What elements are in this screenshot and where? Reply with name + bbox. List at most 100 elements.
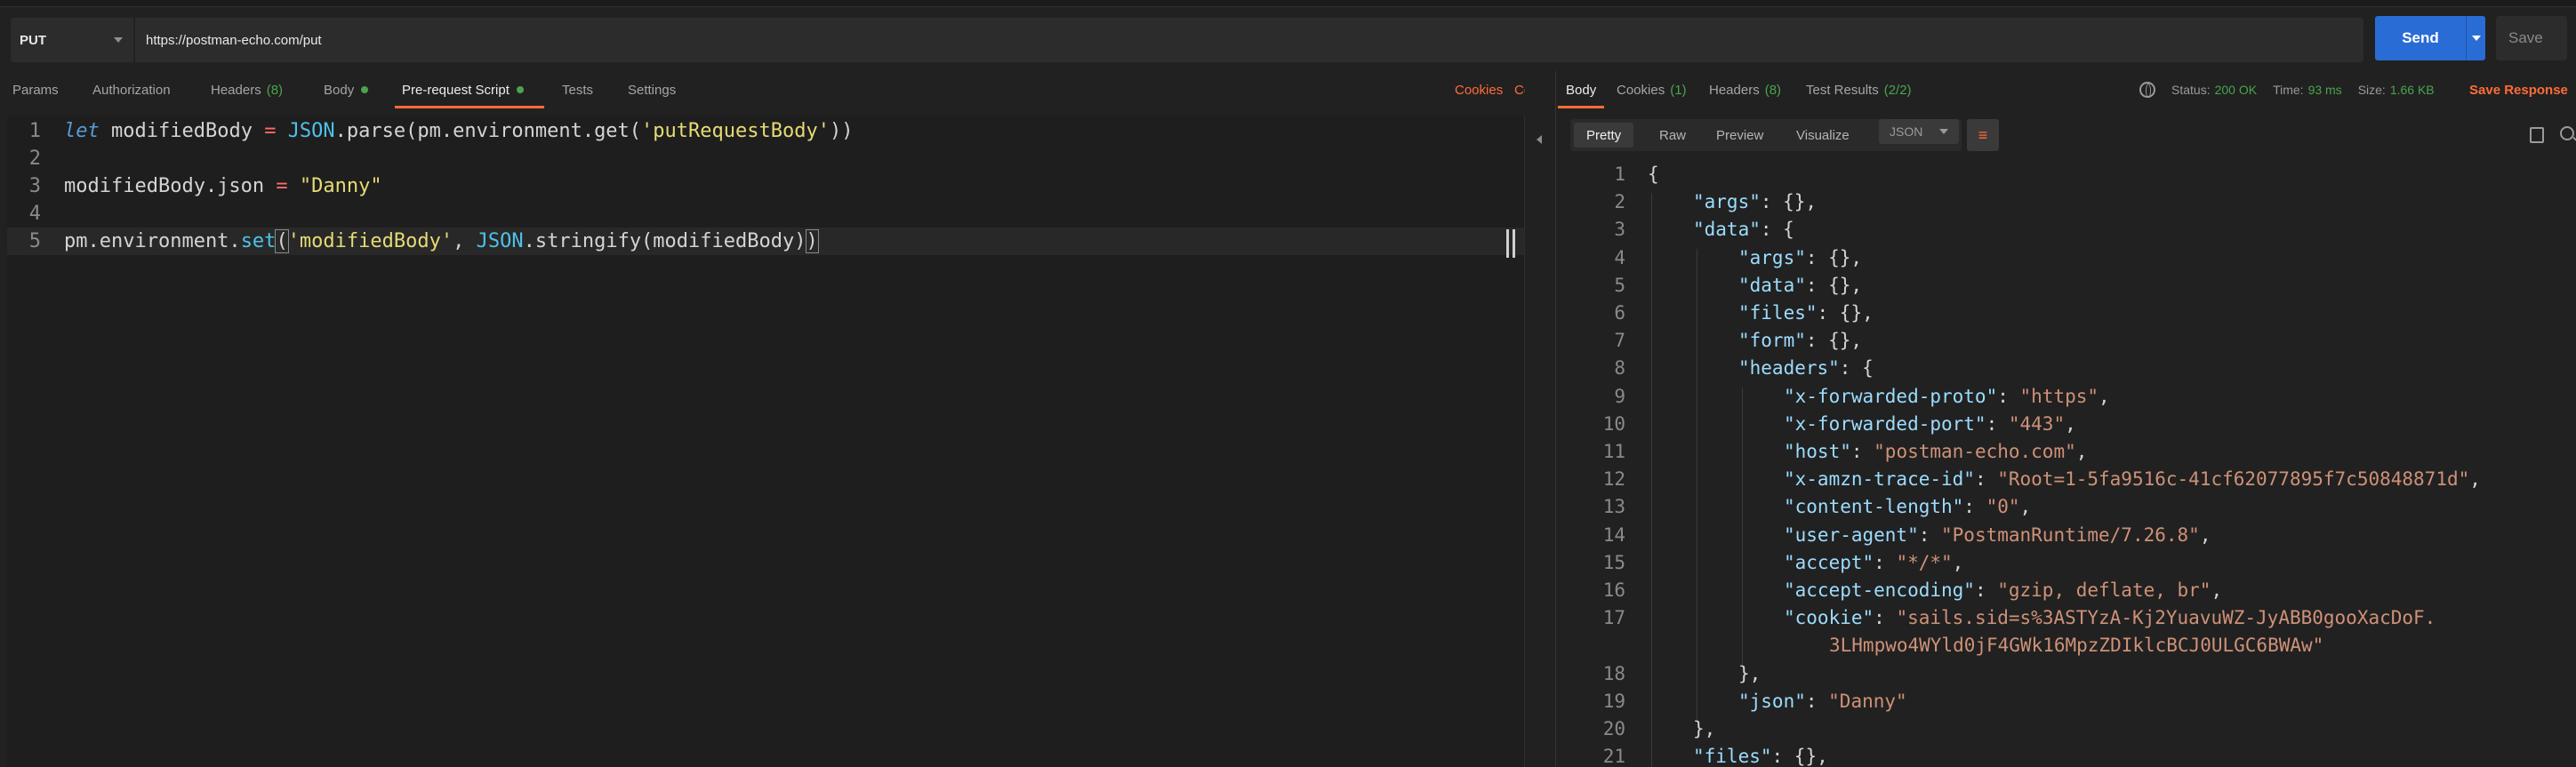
json-key: "json" bbox=[1738, 690, 1806, 712]
json-string: "443" bbox=[2008, 412, 2066, 435]
send-options-button[interactable] bbox=[2466, 16, 2485, 60]
app-top-strip bbox=[0, 0, 2576, 7]
save-response-button[interactable]: Save Response bbox=[2469, 71, 2568, 108]
view-visualize-button[interactable]: Visualize bbox=[1784, 123, 1862, 148]
response-line: 17 "cookie": "sails.sid=s%3ASTYzA-Kj2Yuav… bbox=[1558, 607, 2576, 635]
response-line: 14 "user-agent": "PostmanRuntime/7.26.8", bbox=[1558, 524, 2576, 552]
response-line: 13 "content-length": "0", bbox=[1558, 496, 2576, 523]
line-number: 4 bbox=[1614, 246, 1625, 268]
time-label: Time: bbox=[2273, 83, 2304, 97]
code-text: "args": {}, bbox=[1693, 191, 1817, 212]
line-number: 11 bbox=[1602, 441, 1625, 462]
line-number: 5 bbox=[28, 230, 41, 252]
method-select[interactable]: PUT bbox=[11, 18, 133, 62]
tab-body[interactable]: Body bbox=[324, 71, 369, 108]
json-key: "accept-encoding" bbox=[1784, 579, 1975, 601]
json-punctuation: : {}, bbox=[1771, 746, 1828, 767]
time-value[interactable]: 93 ms bbox=[2308, 83, 2342, 97]
view-preview-button[interactable]: Preview bbox=[1704, 123, 1776, 148]
code-token: , bbox=[453, 230, 477, 252]
tab-headers[interactable]: Headers (8) bbox=[211, 71, 283, 108]
tab-pre-request-script[interactable]: Pre-request Script bbox=[402, 71, 524, 108]
view-pretty-button[interactable]: Pretty bbox=[1574, 123, 1634, 148]
json-punctuation: : {}, bbox=[1760, 191, 1818, 213]
code-text: "files": {}, bbox=[1693, 746, 1828, 767]
globe-icon[interactable] bbox=[2139, 82, 2155, 98]
line-number: 14 bbox=[1602, 523, 1625, 546]
response-line: 3LHmpwo4WYld0jF4GWk16MpzZDIklcBCJ0ULGC6B… bbox=[1558, 635, 2576, 662]
code-text: let modifiedBody = JSON.parse(pm.environ… bbox=[64, 120, 853, 142]
json-string: "postman-echo.com" bbox=[1874, 441, 2076, 462]
search-icon[interactable] bbox=[2560, 126, 2574, 140]
cookies-link[interactable]: Cookies bbox=[1455, 71, 1503, 108]
tab-label: Authorization bbox=[92, 82, 171, 98]
size-value[interactable]: 1.66 KB bbox=[2390, 83, 2435, 97]
json-punctuation: , bbox=[2019, 496, 2032, 518]
view-raw-button[interactable]: Raw bbox=[1647, 123, 1698, 148]
script-editor[interactable]: 1 let modifiedBody = JSON.parse(pm.envir… bbox=[7, 116, 1524, 767]
response-line: 2 "args": {}, bbox=[1558, 191, 2576, 219]
tab-count: (1) bbox=[1670, 82, 1687, 98]
status-value[interactable]: 200 OK bbox=[2215, 83, 2257, 97]
code-text: "content-length": "0", bbox=[1784, 496, 2031, 517]
json-punctuation: : bbox=[1974, 579, 1998, 601]
response-toolbar: Pretty Raw Preview Visualize JSON ≡ bbox=[1558, 116, 2576, 155]
tab-tests[interactable]: Tests bbox=[562, 71, 593, 108]
line-number: 2 bbox=[28, 148, 41, 170]
line-number: 20 bbox=[1602, 718, 1625, 739]
json-punctuation: : bbox=[1850, 441, 1874, 462]
object-token: JSON bbox=[476, 230, 524, 252]
tab-response-headers[interactable]: Headers (8) bbox=[1709, 71, 1781, 108]
editor-line: 3 modifiedBody.json = "Danny" bbox=[7, 172, 1524, 200]
code-text: "accept-encoding": "gzip, deflate, br", bbox=[1784, 579, 2222, 601]
tab-test-results[interactable]: Test Results (2/2) bbox=[1806, 71, 1912, 108]
pane-divider[interactable] bbox=[1525, 71, 1556, 767]
json-punctuation: : {}, bbox=[1805, 330, 1863, 352]
tab-authorization[interactable]: Authorization bbox=[92, 71, 171, 108]
line-number: 4 bbox=[28, 203, 41, 225]
copy-icon[interactable] bbox=[2530, 127, 2544, 143]
tab-label: Pre-request Script bbox=[402, 82, 510, 98]
tab-label: Test Results bbox=[1806, 82, 1879, 98]
json-punctuation: : {}, bbox=[1817, 302, 1874, 324]
send-button[interactable]: Send bbox=[2375, 16, 2466, 60]
active-tab-underline bbox=[1558, 106, 1604, 108]
line-number: 5 bbox=[1614, 274, 1625, 296]
json-string: "gzip, deflate, br" bbox=[1997, 579, 2211, 601]
response-body[interactable]: 1{2 "args": {}, 3 "data": {4 "args": {}, 5 "da… bbox=[1558, 162, 2576, 767]
tab-label: Body bbox=[324, 82, 355, 98]
tab-count: (8) bbox=[1764, 82, 1782, 98]
response-line: 20}, bbox=[1558, 718, 2576, 746]
line-number: 8 bbox=[1614, 357, 1625, 380]
json-punctuation: : bbox=[1974, 468, 1998, 491]
code-text: { bbox=[1648, 164, 1659, 185]
tab-params[interactable]: Params bbox=[12, 71, 59, 108]
json-string: "*/*" bbox=[1896, 551, 1953, 573]
url-input[interactable]: https://postman-echo.com/put bbox=[135, 18, 2363, 62]
line-number: 13 bbox=[1602, 496, 1625, 518]
json-key: "user-agent" bbox=[1784, 523, 1919, 546]
request-tabs: Params Authorization Headers (8) Body Pr… bbox=[0, 71, 1552, 108]
wrap-lines-icon[interactable]: ≡ bbox=[1967, 119, 1999, 151]
line-number: 1 bbox=[28, 120, 41, 142]
method-label: PUT bbox=[20, 32, 46, 48]
tab-response-body[interactable]: Body bbox=[1566, 71, 1596, 108]
collapse-left-icon[interactable] bbox=[1537, 135, 1542, 144]
code-text: "json": "Danny" bbox=[1738, 691, 1907, 712]
json-key: "files" bbox=[1738, 302, 1818, 324]
json-key: "files" bbox=[1693, 746, 1772, 767]
response-line: 10 "x-forwarded-port": "443", bbox=[1558, 413, 2576, 441]
code-text: "accept": "*/*", bbox=[1784, 552, 1963, 573]
tab-settings[interactable]: Settings bbox=[628, 71, 676, 108]
code-text: "data": {}, bbox=[1738, 275, 1862, 296]
chevron-down-icon bbox=[114, 37, 123, 43]
response-line: 16 "accept-encoding": "gzip, deflate, br"… bbox=[1558, 579, 2576, 607]
save-button[interactable]: Save bbox=[2496, 16, 2567, 60]
keyword-token: let bbox=[64, 120, 100, 142]
json-string: 3LHmpwo4WYld0jF4GWk16MpzZDIklcBCJ0ULGC6B… bbox=[1829, 635, 2324, 657]
indent-guide bbox=[1651, 193, 1652, 767]
format-select[interactable]: JSON bbox=[1879, 119, 1959, 144]
string-token: "Danny" bbox=[299, 175, 382, 197]
tab-response-cookies[interactable]: Cookies (1) bbox=[1617, 71, 1687, 108]
text-cursor-icon bbox=[1506, 229, 1515, 258]
